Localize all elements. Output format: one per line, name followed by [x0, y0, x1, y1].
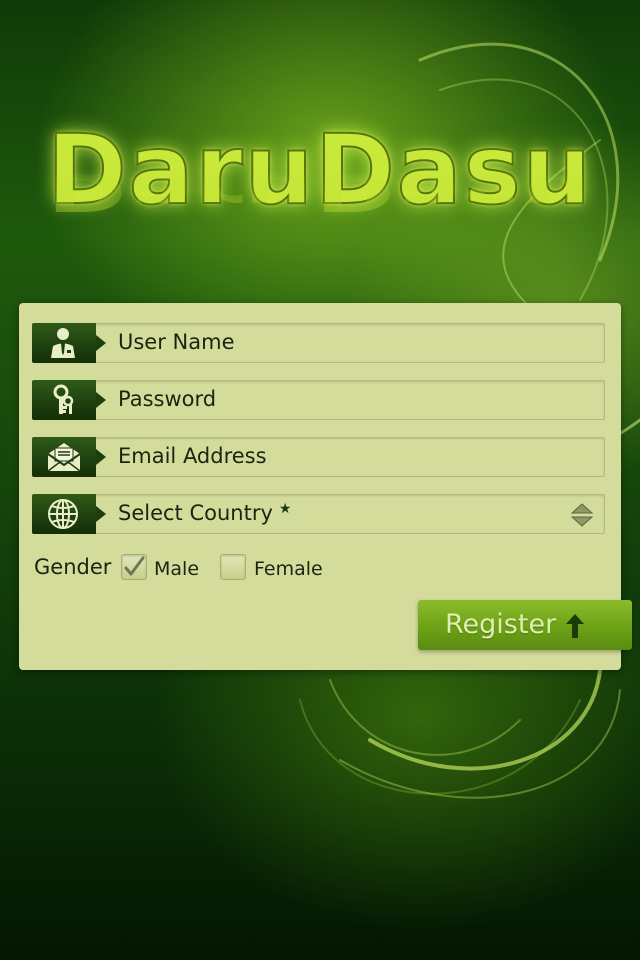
email-field[interactable]: Email Address: [32, 437, 605, 477]
country-select-text: Select Country: [118, 501, 273, 525]
email-icon-tab: [32, 437, 106, 477]
gender-female-label[interactable]: Female: [254, 558, 323, 580]
register-button[interactable]: Register: [418, 600, 632, 650]
password-field[interactable]: Password: [32, 380, 605, 420]
username-placeholder: User Name: [118, 330, 235, 354]
username-icon-tab: [32, 323, 106, 363]
envelope-icon: [47, 443, 81, 472]
gender-male-label[interactable]: Male: [154, 558, 199, 580]
password-icon-tab: [32, 380, 106, 420]
registration-panel: User Name Password Email Address Select …: [19, 303, 632, 670]
gender-label: Gender: [34, 555, 112, 579]
email-placeholder: Email Address: [118, 444, 267, 468]
checkmark-icon: [124, 556, 145, 576]
country-icon-tab: [32, 494, 106, 534]
gender-male-checkbox[interactable]: [121, 554, 147, 580]
country-select-value: Select Country ★: [118, 501, 291, 525]
arrow-up-icon: [566, 614, 584, 638]
required-star-icon: ★: [278, 501, 292, 517]
username-field[interactable]: User Name: [32, 323, 605, 363]
password-placeholder: Password: [118, 387, 217, 411]
app-logo-reflection: DaruDasu: [46, 160, 594, 223]
gender-female-checkbox[interactable]: [220, 554, 246, 580]
key-icon: [53, 384, 74, 414]
country-select[interactable]: Select Country ★: [32, 494, 605, 534]
select-arrows-icon[interactable]: [571, 502, 593, 528]
globe-icon: [48, 499, 78, 529]
user-icon: [51, 328, 75, 358]
register-label: Register: [445, 609, 557, 640]
